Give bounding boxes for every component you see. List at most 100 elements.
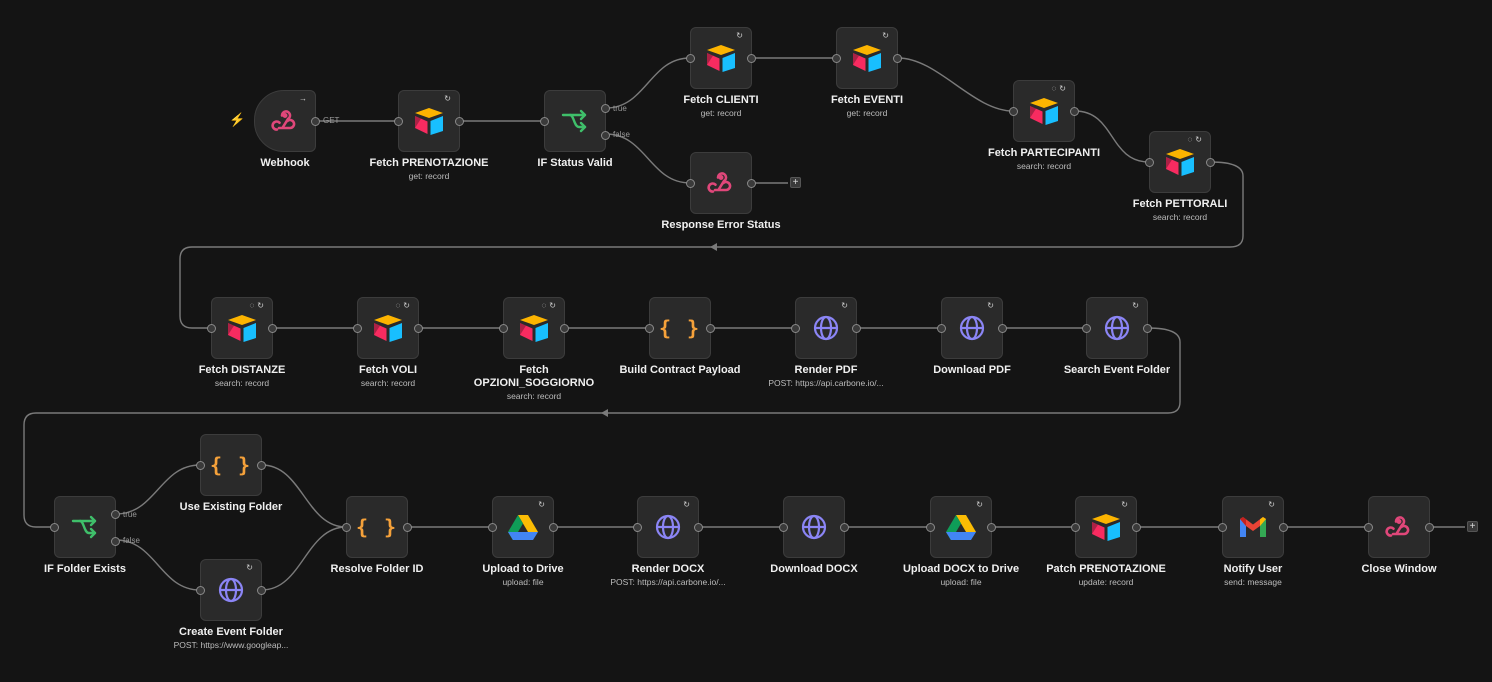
output-port[interactable] <box>1143 324 1152 333</box>
node-close-window[interactable] <box>1364 496 1434 558</box>
node-fetch-opzioni[interactable]: ◌↻ <box>499 297 569 359</box>
input-port[interactable] <box>394 117 403 126</box>
output-port-true[interactable] <box>111 510 120 519</box>
input-port[interactable] <box>937 324 946 333</box>
node-subtitle: search: record <box>214 378 270 388</box>
input-port[interactable] <box>499 324 508 333</box>
output-port[interactable] <box>1425 523 1434 532</box>
node-if-status[interactable] <box>540 90 610 152</box>
node-fetch-eventi[interactable]: ↻ <box>832 27 902 89</box>
output-port[interactable] <box>1206 158 1215 167</box>
input-port[interactable] <box>645 324 654 333</box>
input-port[interactable] <box>50 523 59 532</box>
output-port[interactable] <box>560 324 569 333</box>
input-port[interactable] <box>1009 107 1018 116</box>
output-port[interactable] <box>257 586 266 595</box>
input-port[interactable] <box>926 523 935 532</box>
add-node-button[interactable]: + <box>1467 521 1478 532</box>
node-title: Upload to Drive <box>482 563 564 575</box>
node-fetch-distanze[interactable]: ◌↻ <box>207 297 277 359</box>
node-response-error[interactable] <box>686 152 756 214</box>
node-subtitle: update: record <box>1078 577 1134 587</box>
input-port[interactable] <box>1364 523 1373 532</box>
output-port[interactable] <box>1132 523 1141 532</box>
node-fetch-voli[interactable]: ◌↻ <box>353 297 423 359</box>
node-download-docx[interactable] <box>779 496 849 558</box>
node-search-event-folder[interactable]: ↻ <box>1082 297 1152 359</box>
node-label: IF Folder Exists <box>5 563 165 576</box>
output-port[interactable] <box>852 324 861 333</box>
output-port[interactable] <box>747 179 756 188</box>
output-port[interactable] <box>1279 523 1288 532</box>
output-port[interactable] <box>998 324 1007 333</box>
node-title: Upload DOCX to Drive <box>902 563 1020 575</box>
input-port[interactable] <box>686 54 695 63</box>
node-status-icons: ↻ <box>841 301 851 310</box>
input-port[interactable] <box>1082 324 1091 333</box>
node-notify-user[interactable]: ↻ <box>1218 496 1288 558</box>
input-port[interactable] <box>207 324 216 333</box>
node-use-existing[interactable]: { } <box>196 434 266 496</box>
output-port[interactable] <box>455 117 464 126</box>
input-port[interactable] <box>1145 158 1154 167</box>
input-port[interactable] <box>779 523 788 532</box>
node-title: Response Error Status <box>661 219 781 231</box>
output-port[interactable] <box>893 54 902 63</box>
input-port[interactable] <box>488 523 497 532</box>
output-port[interactable] <box>747 54 756 63</box>
input-port[interactable] <box>1218 523 1227 532</box>
output-port[interactable] <box>311 117 320 126</box>
branch-label-false: false <box>123 536 140 545</box>
output-port-true[interactable] <box>601 104 610 113</box>
node-patch-prenotazione[interactable]: ↻ <box>1071 496 1141 558</box>
input-port[interactable] <box>342 523 351 532</box>
node-fetch-clienti[interactable]: ↻ <box>686 27 756 89</box>
node-title: Download PDF <box>933 364 1011 376</box>
node-fetch-pettorali[interactable]: ◌↻ <box>1145 131 1215 193</box>
input-port[interactable] <box>832 54 841 63</box>
output-port[interactable] <box>1070 107 1079 116</box>
output-port[interactable] <box>987 523 996 532</box>
node-download-pdf[interactable]: ↻ <box>937 297 1007 359</box>
code-icon: { } <box>658 316 702 340</box>
node-upload-drive[interactable]: ↻ <box>488 496 558 558</box>
output-port[interactable] <box>257 461 266 470</box>
output-port[interactable] <box>268 324 277 333</box>
node-render-docx[interactable]: ↻ <box>633 496 703 558</box>
input-port[interactable] <box>633 523 642 532</box>
output-port-false[interactable] <box>111 537 120 546</box>
node-webhook[interactable]: → <box>254 90 320 152</box>
add-node-button[interactable]: + <box>790 177 801 188</box>
input-port[interactable] <box>791 324 800 333</box>
branch-label-false: false <box>613 130 630 139</box>
input-port[interactable] <box>540 117 549 126</box>
output-port[interactable] <box>549 523 558 532</box>
output-port[interactable] <box>840 523 849 532</box>
output-port[interactable] <box>706 324 715 333</box>
node-label: Render DOCX POST: https://api.carbone.io/… <box>588 563 748 588</box>
node-render-pdf[interactable]: ↻ <box>791 297 861 359</box>
input-port[interactable] <box>353 324 362 333</box>
input-port[interactable] <box>1071 523 1080 532</box>
input-port[interactable] <box>196 461 205 470</box>
node-status-icons: ◌↻ <box>395 301 413 310</box>
node-status-icons: ◌↻ <box>1187 135 1205 144</box>
output-port[interactable] <box>414 324 423 333</box>
output-port[interactable] <box>403 523 412 532</box>
node-build-contract[interactable]: { } <box>645 297 715 359</box>
webhook-icon <box>691 153 751 213</box>
node-resolve-folder[interactable]: { } <box>342 496 412 558</box>
node-create-event-folder[interactable]: ↻ <box>196 559 266 621</box>
node-upload-docx-drive[interactable]: ↻ <box>926 496 996 558</box>
node-if-folder[interactable] <box>50 496 120 558</box>
input-port[interactable] <box>686 179 695 188</box>
output-port[interactable] <box>694 523 703 532</box>
code-icon: { } <box>355 515 399 539</box>
node-title: Fetch VOLI <box>358 364 418 376</box>
node-title: Webhook <box>260 157 310 169</box>
branch-label-true: true <box>613 104 627 113</box>
input-port[interactable] <box>196 586 205 595</box>
node-fetch-partecipanti[interactable]: ◌↻ <box>1009 80 1079 142</box>
node-fetch-prenotazione[interactable]: ↻ <box>394 90 464 152</box>
output-port-false[interactable] <box>601 131 610 140</box>
